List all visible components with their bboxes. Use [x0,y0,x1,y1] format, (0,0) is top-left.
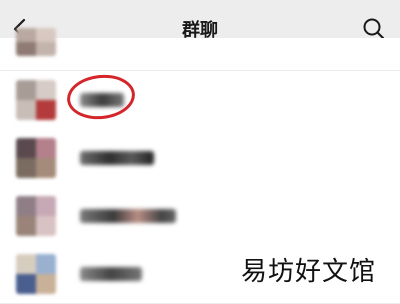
group-chat-row[interactable] [0,28,400,71]
group-avatar [16,254,56,294]
group-avatar [16,28,56,56]
group-avatar [16,80,56,120]
group-chat-row[interactable] [0,71,400,130]
group-name-blurred [80,151,154,165]
group-name-blurred [80,267,142,281]
group-chat-row[interactable] [0,129,400,188]
watermark: 易坊好文馆 [240,257,376,287]
group-avatar [16,138,56,178]
group-avatar [16,196,56,236]
group-chat-row[interactable] [0,187,400,246]
group-name-blurred [80,209,176,223]
